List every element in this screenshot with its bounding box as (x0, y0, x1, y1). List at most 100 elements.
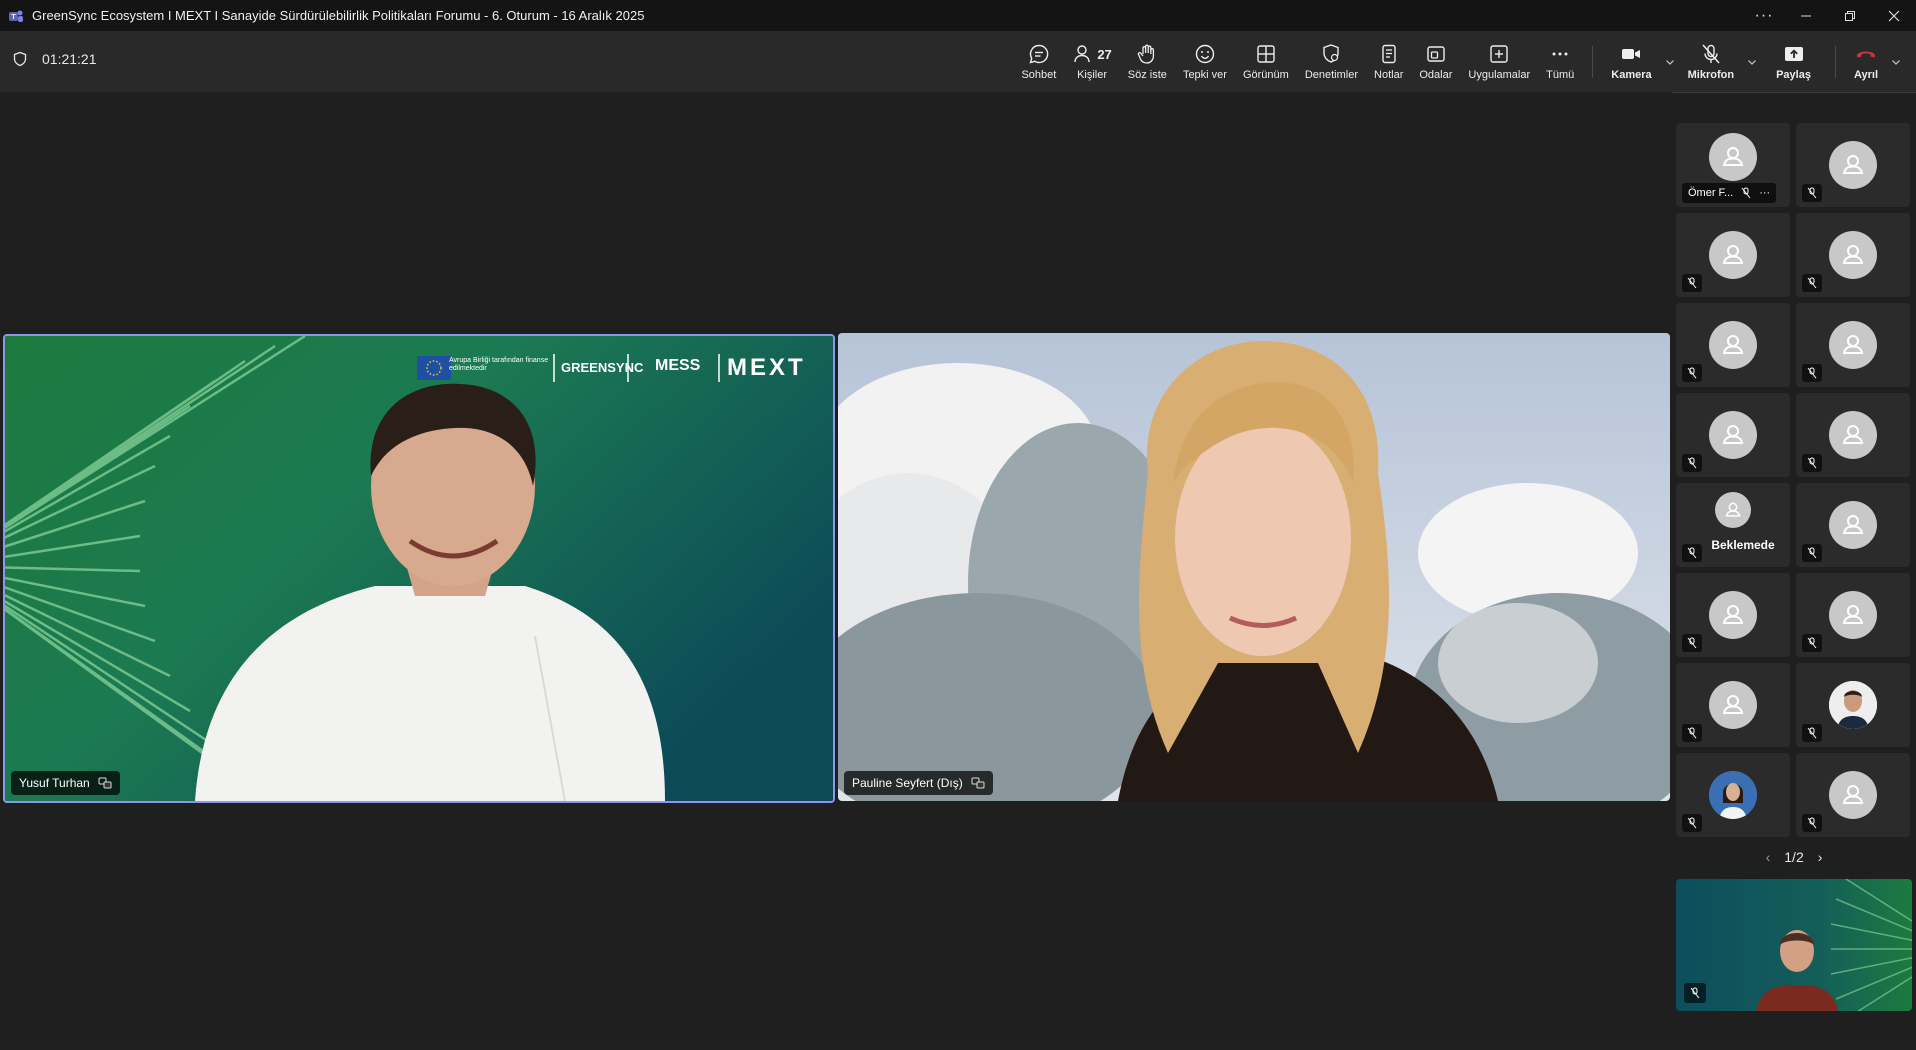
camera-options-chevron[interactable] (1660, 31, 1680, 92)
camera-button[interactable]: Kamera (1603, 31, 1659, 92)
participant-tile[interactable] (1676, 303, 1790, 387)
gallery-pager: ‹ 1/2 › (1672, 849, 1916, 865)
person-icon (1842, 425, 1864, 444)
mic-off-icon (1802, 544, 1822, 562)
camera-label: Kamera (1611, 69, 1652, 81)
participant-tile[interactable] (1676, 753, 1790, 837)
avatar (1715, 491, 1751, 528)
react-button[interactable]: Tepki ver (1175, 31, 1235, 92)
external-device-icon (971, 777, 985, 789)
rooms-button[interactable]: Odalar (1411, 31, 1460, 92)
participant-tile[interactable] (1796, 393, 1910, 477)
mic-off-icon (1682, 634, 1702, 652)
rooms-label: Odalar (1419, 69, 1453, 81)
view-button[interactable]: Görünüm (1235, 31, 1297, 92)
person-icon (1722, 425, 1744, 444)
close-button[interactable] (1872, 0, 1916, 31)
page-indicator: 1/2 (1784, 849, 1804, 865)
chat-button[interactable]: Sohbet (1013, 31, 1064, 92)
avatar (1709, 231, 1757, 279)
participant-tile[interactable] (1676, 663, 1790, 747)
profile-photo-man (1829, 681, 1877, 729)
chevron-down-icon (1748, 59, 1757, 65)
controls-label: Denetimler (1304, 69, 1359, 81)
controls-button[interactable]: Denetimler (1297, 31, 1366, 92)
chevron-down-icon (1665, 59, 1674, 65)
avatar-photo (1709, 771, 1757, 819)
mic-off-icon (1682, 364, 1702, 382)
self-view-video[interactable] (1676, 879, 1912, 1011)
apps-button[interactable]: Uygulamalar (1460, 31, 1538, 92)
waiting-status: Beklemede (1711, 538, 1775, 552)
next-page-icon[interactable]: › (1818, 849, 1823, 865)
teams-icon: T (9, 10, 23, 22)
participant-tile[interactable] (1676, 393, 1790, 477)
emoji-icon (1195, 44, 1215, 64)
participant-tile[interactable] (1796, 213, 1910, 297)
participant-tile[interactable] (1796, 483, 1910, 567)
participant-video-yusuf-turhan[interactable]: Avrupa Birliği tarafından finanse edilme… (3, 334, 835, 803)
svg-text:T: T (11, 14, 16, 21)
chat-icon (1029, 44, 1049, 64)
person-icon (1842, 155, 1864, 174)
chat-label: Sohbet (1021, 69, 1057, 81)
participant-video-pauline-seyfert[interactable]: Pauline Seyfert (Dış) (838, 333, 1670, 801)
hand-icon (1138, 44, 1155, 64)
person-icon (1842, 335, 1864, 354)
shield-gear-icon (1323, 44, 1340, 63)
participant-tile[interactable] (1676, 573, 1790, 657)
restore-icon (1845, 10, 1855, 21)
mic-off-icon (1802, 364, 1822, 382)
leave-options-chevron[interactable] (1886, 31, 1906, 92)
participant-tile[interactable] (1676, 213, 1790, 297)
participant-name: Yusuf Turhan (19, 776, 90, 790)
avatar (1829, 231, 1877, 279)
previous-page-icon[interactable]: ‹ (1766, 849, 1771, 865)
participant-tile[interactable] (1796, 303, 1910, 387)
person-icon (1722, 695, 1744, 714)
os-taskbar (0, 1040, 1916, 1050)
mic-off-icon (1702, 44, 1720, 64)
toolbar-divider (1592, 45, 1594, 78)
participant-name-tag: Yusuf Turhan (11, 771, 120, 795)
notes-button[interactable]: Notlar (1366, 31, 1411, 92)
avatar (1709, 681, 1757, 729)
restore-button[interactable] (1828, 0, 1872, 31)
microphone-options-chevron[interactable] (1742, 31, 1762, 92)
participant-tile[interactable] (1796, 663, 1910, 747)
participant-tile[interactable] (1796, 123, 1910, 207)
avatar (1709, 411, 1757, 459)
share-button[interactable]: Paylaş (1762, 31, 1825, 92)
microphone-button[interactable]: Mikrofon (1680, 31, 1742, 92)
mic-off-icon (1682, 724, 1702, 742)
participant-tile-waiting[interactable]: Beklemede (1676, 483, 1790, 567)
person-icon (1722, 335, 1744, 354)
avatar (1829, 771, 1877, 819)
minimize-button[interactable] (1784, 0, 1828, 31)
participant-tile[interactable]: Ömer F... ··· (1676, 123, 1790, 207)
banner-logo-mext: MEXT (727, 354, 806, 381)
participant-tile[interactable] (1796, 753, 1910, 837)
rooms-icon (1427, 46, 1445, 62)
more-icon[interactable]: ··· (1759, 187, 1770, 199)
leave-label: Ayrıl (1853, 69, 1878, 81)
people-icon (1074, 45, 1091, 63)
person-icon (1842, 245, 1864, 264)
participant-name: Ömer F... (1688, 187, 1734, 199)
more-button[interactable]: Tümü (1538, 31, 1582, 92)
window-more-button[interactable]: ··· (1744, 0, 1784, 31)
participant-tile[interactable] (1796, 573, 1910, 657)
avatar (1829, 321, 1877, 369)
leave-button[interactable]: Ayrıl (1846, 31, 1886, 92)
person-icon (1722, 605, 1744, 624)
close-icon (1888, 10, 1900, 21)
avatar (1829, 591, 1877, 639)
avatar (1829, 501, 1877, 549)
mic-off-icon (1684, 983, 1706, 1003)
microphone-label: Mikrofon (1687, 69, 1735, 81)
raise-hand-button[interactable]: Söz iste (1120, 31, 1175, 92)
notes-icon (1381, 44, 1396, 64)
people-button[interactable]: 27 Kişiler (1064, 31, 1119, 92)
banner-logo-mess: MESS (655, 357, 701, 374)
participant-name: Pauline Seyfert (Dış) (852, 776, 963, 790)
